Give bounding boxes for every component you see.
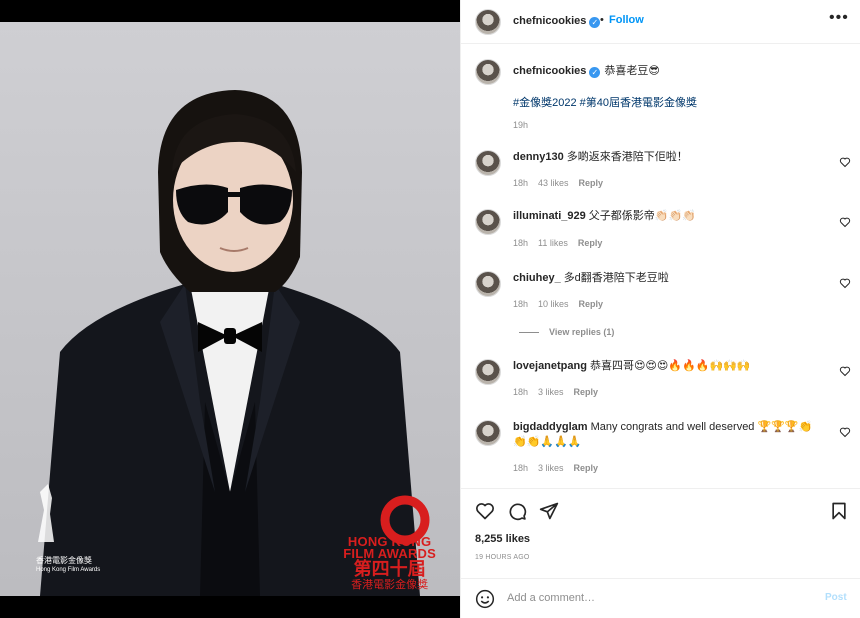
comment-meta: 18h 11 likes Reply <box>513 238 612 248</box>
reply-button[interactable]: Reply <box>579 178 604 188</box>
comment-username[interactable]: chiuhey_ <box>513 272 561 284</box>
comment-username[interactable]: illuminati_929 <box>513 210 586 222</box>
heart-icon[interactable] <box>475 501 495 521</box>
share-icon[interactable] <box>539 501 559 521</box>
heart-icon[interactable] <box>839 365 851 377</box>
post-button[interactable]: Post <box>825 592 847 603</box>
hkfa-zh: 香港電影金像獎 <box>36 556 92 565</box>
comment-text: lovejanetpang 恭喜四哥😍😍😍🔥🔥🔥🙌🙌🙌 <box>513 359 833 374</box>
comment-text: illuminati_929 父子都係影帝👏🏻👏🏻👏🏻 <box>513 209 833 224</box>
comment-time[interactable]: 18h <box>513 238 528 248</box>
avatar[interactable] <box>475 359 501 385</box>
reply-button[interactable]: Reply <box>578 238 603 248</box>
comment-likes[interactable]: 3 likes <box>538 463 564 473</box>
comment-username[interactable]: denny130 <box>513 151 564 163</box>
hkfa-en: Hong Kong Film Awards <box>36 567 101 573</box>
comment-icon[interactable] <box>507 501 527 521</box>
comment-likes[interactable]: 11 likes <box>538 238 568 248</box>
caption-hashtags[interactable]: #金像獎2022 #第40屆香港電影金像獎 <box>513 94 697 110</box>
comment-text: denny130 多啲返來香港陪下佢啦！ <box>513 150 833 165</box>
likes-count[interactable]: 8,255 likes <box>475 533 530 545</box>
bookmark-icon[interactable] <box>829 501 849 521</box>
comment-text: bigdaddyglam Many congrats and well deser… <box>513 420 813 450</box>
caption-text: chefnicookies ✓ 恭喜老豆😎 <box>513 62 660 78</box>
verified-icon: ✓ <box>589 17 601 28</box>
comment-time[interactable]: 18h <box>513 463 528 473</box>
comment-time[interactable]: 18h <box>513 178 528 188</box>
heart-icon[interactable] <box>839 426 851 438</box>
verified-icon: ✓ <box>589 67 601 78</box>
avatar[interactable] <box>475 59 501 85</box>
caption-username[interactable]: chefnicookies <box>513 65 586 77</box>
award-title-zh: 第四十屆 <box>353 559 426 579</box>
heart-icon[interactable] <box>839 156 851 168</box>
photo-letterbox-bottom <box>0 596 460 618</box>
avatar[interactable] <box>475 9 501 35</box>
comment-meta: 18h 43 likes Reply <box>513 178 613 188</box>
comment-likes[interactable]: 43 likes <box>538 178 569 188</box>
heart-icon[interactable] <box>839 277 851 289</box>
caption-timestamp[interactable]: 19h <box>513 120 528 130</box>
heart-icon[interactable] <box>839 216 851 228</box>
photo-letterbox-top <box>0 0 460 22</box>
hkfa-watermark: 香港電影金像獎 Hong Kong Film Awards <box>36 556 100 574</box>
post-header: chefnicookies ✓ • Follow ••• <box>461 0 860 44</box>
post-actions <box>461 488 860 532</box>
comment-input[interactable] <box>507 589 807 607</box>
comment-meta: 18h 10 likes Reply <box>513 299 613 309</box>
post-side-panel: chefnicookies ✓ • Follow ••• chefnicookie… <box>460 0 860 618</box>
header-username-text[interactable]: chefnicookies <box>513 15 586 27</box>
caption-body: 恭喜老豆😎 <box>604 65 660 77</box>
more-icon[interactable]: ••• <box>829 10 849 26</box>
view-replies-label[interactable]: View replies (1) <box>549 327 614 337</box>
comment-time[interactable]: 18h <box>513 387 528 397</box>
view-replies-line <box>519 332 539 334</box>
follow-button[interactable]: Follow <box>609 14 644 26</box>
comment-time[interactable]: 18h <box>513 299 528 309</box>
award-logo: 40 HONG KONG FILM AWARDS 第四十屆 香港電影金像獎 <box>343 484 436 592</box>
post-age[interactable]: 19 HOURS AGO <box>475 554 530 561</box>
emoji-icon[interactable] <box>475 589 495 609</box>
comment-composer: Post <box>461 578 860 618</box>
avatar[interactable] <box>475 271 501 297</box>
reply-button[interactable]: Reply <box>579 299 604 309</box>
comment-username[interactable]: bigdaddyglam <box>513 421 588 433</box>
avatar[interactable] <box>475 420 501 446</box>
comment-body: 父子都係影帝👏🏻👏🏻👏🏻 <box>588 210 696 222</box>
comment-body: 多d翻香港陪下老豆啦 <box>563 272 669 284</box>
view-replies-button[interactable]: View replies (1) <box>519 327 614 337</box>
comment-meta: 18h 3 likes Reply <box>513 387 608 397</box>
comment-username[interactable]: lovejanetpang <box>513 360 587 372</box>
award-subtitle-zh: 香港電影金像獎 <box>351 579 429 591</box>
comment-meta: 18h 3 likes Reply <box>513 463 608 473</box>
reply-button[interactable]: Reply <box>574 463 599 473</box>
instagram-post-window: 40 HONG KONG FILM AWARDS 第四十屆 香港電影金像獎 香港… <box>0 0 860 618</box>
comment-likes[interactable]: 3 likes <box>538 387 564 397</box>
separator-dot: • <box>600 14 604 26</box>
comment-body: 多啲返來香港陪下佢啦！ <box>566 151 688 163</box>
comment-likes[interactable]: 10 likes <box>538 299 569 309</box>
comment-body: 恭喜四哥😍😍😍🔥🔥🔥🙌🙌🙌 <box>589 360 751 372</box>
post-photo[interactable]: 40 HONG KONG FILM AWARDS 第四十屆 香港電影金像獎 香港… <box>0 22 460 596</box>
reply-button[interactable]: Reply <box>574 387 599 397</box>
avatar[interactable] <box>475 209 501 235</box>
comment-text: chiuhey_ 多d翻香港陪下老豆啦 <box>513 271 833 286</box>
avatar[interactable] <box>475 150 501 176</box>
header-username[interactable]: chefnicookies ✓ <box>513 15 601 28</box>
